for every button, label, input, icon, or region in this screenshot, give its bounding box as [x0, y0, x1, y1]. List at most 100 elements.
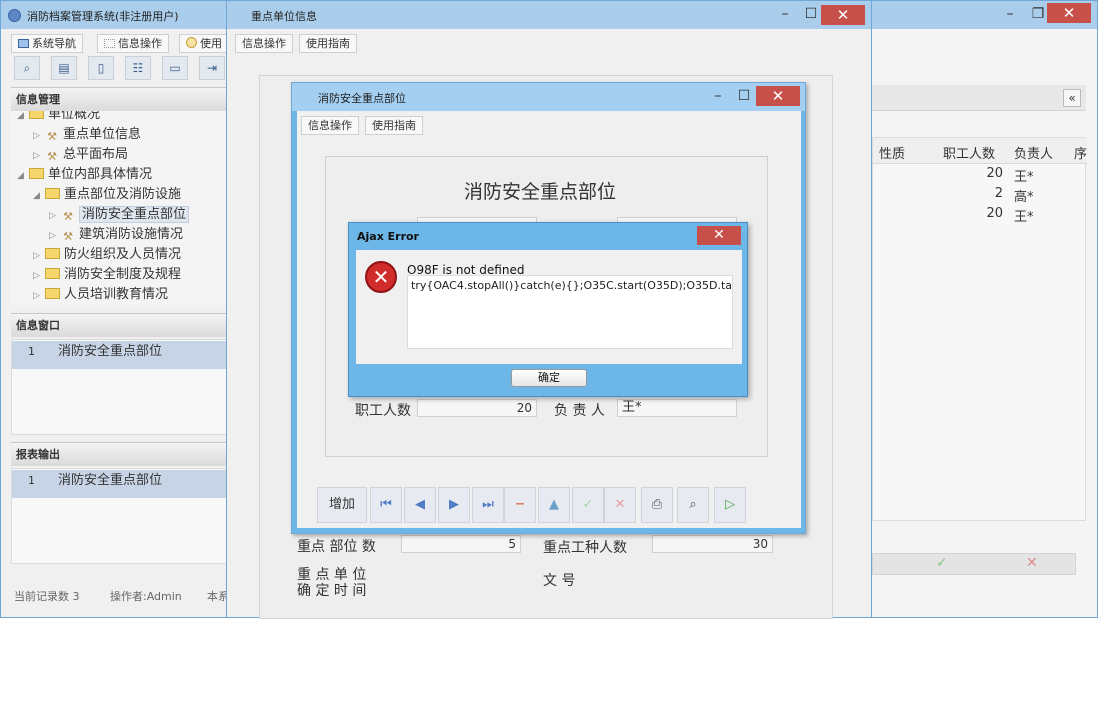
manager-field[interactable]: 王*: [617, 399, 737, 417]
minimize-icon[interactable]: –: [996, 5, 1024, 25]
tools-icon: ⚒: [47, 130, 57, 143]
preview-icon[interactable]: ⌕: [677, 487, 709, 523]
right-panel-header: [872, 85, 1086, 111]
close-button[interactable]: ✕: [756, 86, 800, 106]
tab-label: 使用: [200, 37, 222, 50]
report-list: 1 消防安全重点部位: [11, 468, 227, 564]
tree-item[interactable]: ▷ ⚒ 建筑消防设施情况: [49, 225, 183, 245]
list-item-num: 1: [28, 345, 35, 358]
collapsed-icon: ▷: [49, 211, 56, 221]
error-dialog-title: Ajax Error: [357, 230, 419, 243]
tree-item[interactable]: ▷ 防火组织及人员情况: [33, 245, 181, 265]
expanded-icon: ◢: [17, 111, 24, 121]
tree-item[interactable]: ▷ ⚒ 重点单位信息: [33, 125, 141, 145]
nav-icon: [18, 39, 29, 48]
tree-item-label: 人员培训教育情况: [64, 287, 169, 302]
manager-label: 负 责 人: [554, 403, 605, 419]
grid-cell-manager[interactable]: 王*: [1014, 206, 1034, 225]
close-button[interactable]: ✕: [821, 5, 865, 25]
grid-cell-workers[interactable]: 20: [943, 206, 1003, 221]
folder-icon: [45, 248, 60, 259]
document-icon[interactable]: ▯: [88, 56, 114, 80]
prev-record-icon[interactable]: ◀: [404, 487, 436, 523]
list-item[interactable]: 1 消防安全重点部位: [12, 470, 226, 498]
move-up-icon[interactable]: ▲: [538, 487, 570, 523]
next-record-icon[interactable]: ▶: [438, 487, 470, 523]
grid-cell-manager[interactable]: 高*: [1014, 186, 1034, 205]
list-item-label: 消防安全重点部位: [58, 344, 163, 359]
tree-item[interactable]: ◢ 单位内部具体情况: [17, 165, 152, 185]
search-icon[interactable]: ⌕: [14, 56, 40, 80]
collapsed-icon: ▷: [33, 291, 40, 301]
tree-item-selected[interactable]: ▷ ⚒ 消防安全重点部位: [49, 205, 190, 225]
menu-usage-guide[interactable]: 使用指南: [299, 34, 357, 53]
info-window-header: 信息窗口: [11, 313, 227, 337]
list-item-num: 1: [28, 474, 35, 487]
error-detail-box[interactable]: try{OAC4.stopAll()}catch(e){};O35C.start…: [407, 275, 733, 349]
menu-usage-guide[interactable]: 使用指南: [365, 116, 423, 135]
tab-usage[interactable]: 使用: [179, 34, 229, 53]
folder-icon: [45, 268, 60, 279]
grid-header-seq[interactable]: 序: [1074, 143, 1087, 162]
info-mgmt-header: 信息管理: [11, 87, 227, 111]
right-window: – ❐ ✕ « 性质 职工人数 负责人 序 20 王* 2 高* 20 王* ✓…: [871, 0, 1098, 618]
minimize-icon[interactable]: –: [771, 5, 799, 25]
users-icon[interactable]: ☷: [125, 56, 151, 80]
print-icon[interactable]: ⎙: [641, 487, 673, 523]
run-icon[interactable]: ▷: [714, 487, 746, 523]
cancel-icon[interactable]: ✕: [604, 487, 636, 523]
minimize-icon[interactable]: –: [704, 87, 732, 107]
grid-cell-workers[interactable]: 20: [943, 166, 1003, 181]
add-button[interactable]: 增加: [317, 487, 367, 523]
tree-item-label: 消防安全重点部位: [79, 206, 190, 223]
grid-header-workers[interactable]: 职工人数: [943, 143, 995, 162]
tree-item-label: 总平面布局: [63, 147, 129, 162]
tree-item[interactable]: ▷ ⚒ 总平面布局: [33, 145, 128, 165]
delete-icon[interactable]: −: [504, 487, 536, 523]
close-button[interactable]: ✕: [697, 226, 741, 245]
collapsed-icon: ▷: [33, 251, 40, 261]
list-item[interactable]: 1 消防安全重点部位: [12, 341, 226, 369]
workers-field[interactable]: 20: [417, 399, 537, 417]
status-operator: 操作者:Admin: [110, 590, 182, 603]
tab-info-ops[interactable]: 信息操作: [97, 34, 169, 53]
export-icon[interactable]: ⇥: [199, 56, 225, 80]
tab-system-nav[interactable]: 系统导航: [11, 34, 83, 53]
ok-button[interactable]: 确定: [511, 369, 587, 387]
list-icon[interactable]: ▤: [51, 56, 77, 80]
tree-item[interactable]: ▷ 消防安全制度及规程: [33, 265, 181, 285]
first-record-icon[interactable]: ⏮: [370, 487, 402, 523]
tab-label: 系统导航: [32, 37, 76, 50]
key-parts-field[interactable]: 5: [401, 535, 521, 553]
grid-header-nature[interactable]: 性质: [879, 143, 905, 162]
grid-header-manager[interactable]: 负责人: [1014, 143, 1053, 162]
close-button[interactable]: ✕: [1047, 3, 1091, 23]
tree-item[interactable]: ◢ 重点部位及消防设施: [33, 185, 181, 205]
tree-item[interactable]: ▷ 人员培训教育情况: [33, 285, 168, 305]
grid-cell-workers[interactable]: 2: [943, 186, 1003, 201]
key-workers-label: 重点工种人数: [543, 540, 627, 556]
confirm-icon[interactable]: ✓: [936, 555, 948, 571]
confirm-time-label-line2: 确 定 时 间: [297, 583, 367, 599]
last-record-icon[interactable]: ⏭: [472, 487, 504, 523]
cancel-icon[interactable]: ✕: [1026, 555, 1038, 571]
expanded-icon: ◢: [33, 191, 40, 201]
menu-info-ops[interactable]: 信息操作: [235, 34, 293, 53]
key-parts-label: 重点 部位 数: [297, 539, 376, 555]
tree-item-label: 重点部位及消防设施: [64, 187, 182, 202]
expanded-icon: ◢: [17, 171, 24, 181]
part-window-menu: 信息操作 使用指南: [297, 113, 801, 135]
monitor-icon[interactable]: ▭: [162, 56, 188, 80]
error-detail-text: try{OAC4.stopAll()}catch(e){};O35C.start…: [411, 279, 733, 292]
clock-icon: [186, 37, 197, 48]
app-icon: [8, 9, 21, 22]
collapsed-icon: ▷: [33, 131, 40, 141]
save-check-icon[interactable]: ✓: [572, 487, 604, 523]
folder-icon: [45, 188, 60, 199]
tree-item[interactable]: ◢ 单位概况: [17, 111, 100, 125]
grid-cell-manager[interactable]: 王*: [1014, 166, 1034, 185]
collapse-icon[interactable]: «: [1063, 89, 1081, 107]
maximize-icon[interactable]: ☐: [730, 87, 758, 107]
key-workers-field[interactable]: 30: [652, 535, 773, 553]
menu-info-ops[interactable]: 信息操作: [301, 116, 359, 135]
